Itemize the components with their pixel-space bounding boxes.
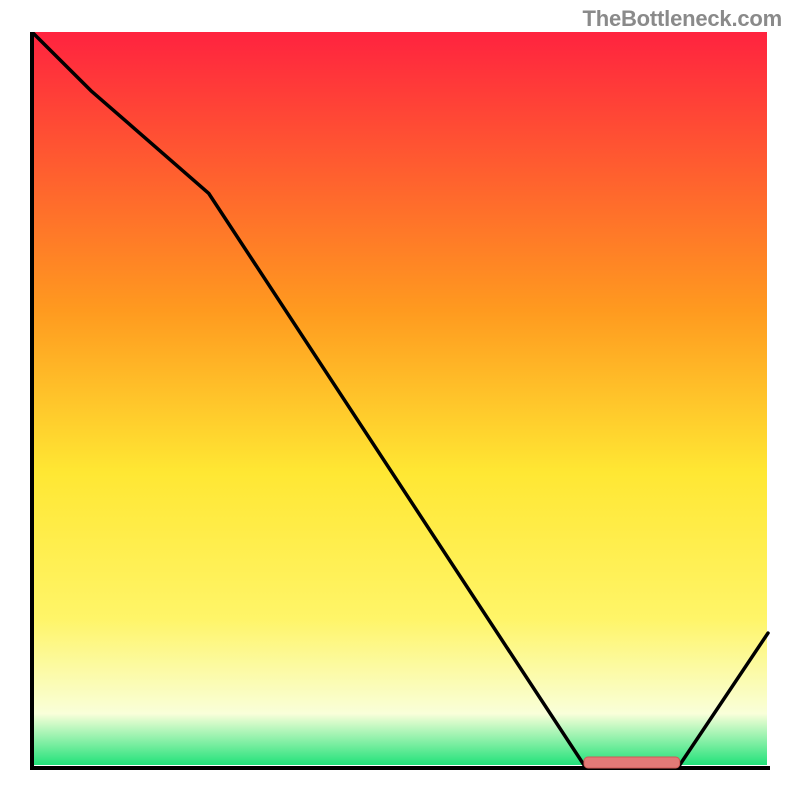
plot-area — [30, 32, 770, 772]
chart-svg — [30, 32, 770, 772]
attribution-label: TheBottleneck.com — [582, 6, 782, 32]
chart-container: TheBottleneck.com — [0, 0, 800, 800]
plot-background-gradient — [33, 32, 767, 765]
optimum-marker — [584, 757, 680, 768]
